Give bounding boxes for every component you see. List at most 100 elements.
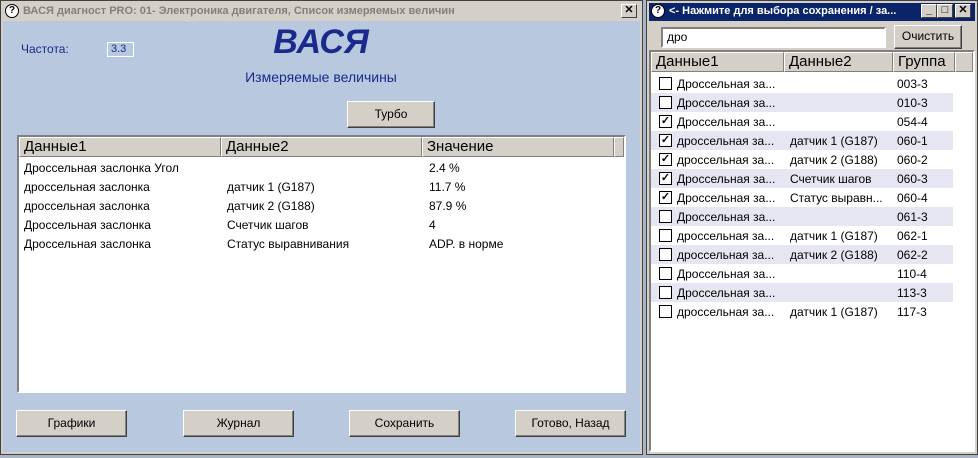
- maximize-button[interactable]: □: [937, 4, 953, 18]
- main-close-button[interactable]: ✕: [621, 4, 637, 18]
- row-data2: датчик 1 (G187): [790, 134, 878, 148]
- row-data1: Дроссельная за...: [677, 286, 776, 300]
- row-data1: дроссельная за...: [677, 305, 775, 319]
- row-data2: Статус выравн...: [790, 191, 883, 205]
- row-data2: датчик 1 (G187): [227, 180, 315, 194]
- col-header-data1[interactable]: Данные1: [19, 137, 221, 157]
- list-row[interactable]: Дроссельная заслонка Счетчик шагов 4: [19, 218, 624, 237]
- page-subtitle: Измеряемые величины: [245, 69, 397, 85]
- row-checkbox[interactable]: [659, 305, 672, 318]
- col-header-filler: [614, 137, 624, 157]
- list-item[interactable]: Дроссельная за... 110-4: [651, 264, 953, 283]
- row-data2: датчик 1 (G187): [790, 305, 878, 319]
- frequency-label: Частота:: [21, 42, 69, 56]
- side-close-button[interactable]: ✕: [955, 4, 971, 18]
- row-group: 054-4: [897, 115, 928, 129]
- list-item[interactable]: ✓ дроссельная за... датчик 1 (G187) 060-1: [651, 131, 953, 150]
- app-icon: ?: [651, 4, 665, 18]
- row-data1: дроссельная за...: [677, 153, 775, 167]
- list-row[interactable]: дроссельная заслонка датчик 2 (G188) 87.…: [19, 199, 624, 218]
- row-data1: Дроссельная за...: [677, 210, 776, 224]
- row-checkbox[interactable]: [659, 77, 672, 90]
- row-checkbox[interactable]: ✓: [659, 191, 672, 204]
- search-input[interactable]: дро: [661, 27, 886, 48]
- row-data1: дроссельная за...: [677, 248, 775, 262]
- values-list[interactable]: Данные1 Данные2 Значение Дроссельная зас…: [17, 135, 626, 393]
- row-group: 003-3: [897, 77, 928, 91]
- row-checkbox[interactable]: ✓: [659, 134, 672, 147]
- row-data1: Дроссельная за...: [677, 96, 776, 110]
- list-item[interactable]: Дроссельная за... 003-3: [651, 74, 953, 93]
- main-window-title: ВАСЯ диагност PRO: 01- Электроника двига…: [23, 5, 455, 17]
- col-header-data2[interactable]: Данные2: [221, 137, 422, 157]
- row-checkbox[interactable]: [659, 286, 672, 299]
- selection-window-title: <- Нажмите для выбора сохранения / за...: [669, 5, 897, 17]
- turbo-button[interactable]: Турбо: [347, 101, 435, 128]
- list-item[interactable]: ✓ Дроссельная за... 054-4: [651, 112, 953, 131]
- row-checkbox[interactable]: ✓: [659, 153, 672, 166]
- row-group: 060-4: [897, 191, 928, 205]
- row-data2: датчик 2 (G188): [790, 153, 878, 167]
- selection-titlebar[interactable]: ? <- Нажмите для выбора сохранения / за.…: [649, 3, 975, 21]
- list-item[interactable]: Дроссельная за... 113-3: [651, 283, 953, 302]
- save-button[interactable]: Сохранить: [349, 410, 460, 437]
- row-checkbox[interactable]: [659, 248, 672, 261]
- clear-button[interactable]: Очистить: [894, 25, 962, 49]
- row-data2: датчик 2 (G188): [790, 248, 878, 262]
- row-data1: дроссельная заслонка: [24, 180, 150, 194]
- app-icon: ?: [5, 4, 19, 18]
- main-client-area: Частота: 3.3 ВАСЯ Измеряемые величины Ту…: [3, 21, 640, 452]
- row-checkbox[interactable]: ✓: [659, 172, 672, 185]
- list-item[interactable]: ✓ дроссельная за... датчик 2 (G188) 060-2: [651, 150, 953, 169]
- col-header-data1[interactable]: Данные1: [651, 52, 784, 72]
- row-data1: Дроссельная заслонка: [24, 218, 151, 232]
- row-group: 010-3: [897, 96, 928, 110]
- minimize-button[interactable]: _: [921, 4, 937, 18]
- row-data2: датчик 1 (G187): [790, 229, 878, 243]
- row-group: 060-2: [897, 153, 928, 167]
- col-header-group[interactable]: Группа: [893, 52, 955, 72]
- journal-button[interactable]: Журнал: [183, 410, 294, 437]
- list-item[interactable]: Дроссельная за... 061-3: [651, 207, 953, 226]
- row-group: 110-4: [897, 267, 927, 281]
- list-item[interactable]: дроссельная за... датчик 1 (G187) 062-1: [651, 226, 953, 245]
- row-data1: Дроссельная за...: [677, 115, 776, 129]
- row-group: 062-2: [897, 248, 928, 262]
- row-data1: дроссельная за...: [677, 229, 775, 243]
- main-titlebar[interactable]: ? ВАСЯ диагност PRO: 01- Электроника дви…: [3, 3, 640, 21]
- main-window: ? ВАСЯ диагност PRO: 01- Электроника дви…: [0, 0, 643, 455]
- row-data1: Дроссельная за...: [677, 267, 776, 281]
- list-row[interactable]: Дроссельная заслонка Статус выравнивания…: [19, 237, 624, 256]
- selection-client-area: дро Очистить Данные1 Данные2 Группа Дрос…: [649, 21, 975, 452]
- list-item[interactable]: ✓ Дроссельная за... Счетчик шагов 060-3: [651, 169, 953, 188]
- list-row[interactable]: дроссельная заслонка датчик 1 (G187) 11.…: [19, 180, 624, 199]
- list-row[interactable]: Дроссельная заслонка Угол 2.4 %: [19, 161, 624, 180]
- row-data1: Дроссельная за...: [677, 191, 776, 205]
- col-header-data2[interactable]: Данные2: [784, 52, 893, 72]
- row-group: 060-3: [897, 172, 928, 186]
- list-item[interactable]: Дроссельная за... 010-3: [651, 93, 953, 112]
- list-item[interactable]: дроссельная за... датчик 1 (G187) 117-3: [651, 302, 953, 321]
- row-group: 060-1: [897, 134, 928, 148]
- frequency-value: 3.3: [107, 42, 134, 57]
- list-item[interactable]: дроссельная за... датчик 2 (G188) 062-2: [651, 245, 953, 264]
- col-header-value[interactable]: Значение: [422, 137, 614, 157]
- row-checkbox[interactable]: [659, 96, 672, 109]
- selection-list[interactable]: Данные1 Данные2 Группа Дроссельная за...…: [649, 50, 975, 452]
- row-checkbox[interactable]: ✓: [659, 115, 672, 128]
- row-group: 113-3: [897, 286, 927, 300]
- row-checkbox[interactable]: [659, 210, 672, 223]
- row-checkbox[interactable]: [659, 229, 672, 242]
- done-back-button[interactable]: Готово, Назад: [515, 410, 626, 437]
- row-data1: Дроссельная за...: [677, 77, 776, 91]
- list-item[interactable]: ✓ Дроссельная за... Статус выравн... 060-4: [651, 188, 953, 207]
- row-data2: Статус выравнивания: [227, 237, 350, 251]
- row-data1: Дроссельная заслонка Угол: [24, 161, 179, 175]
- row-checkbox[interactable]: [659, 267, 672, 280]
- row-value: 2.4 %: [429, 161, 460, 175]
- graphs-button[interactable]: Графики: [16, 410, 127, 437]
- row-value: 87.9 %: [429, 199, 467, 213]
- row-group: 061-3: [897, 210, 928, 224]
- row-data2: датчик 2 (G188): [227, 199, 315, 213]
- row-group: 117-3: [897, 305, 927, 319]
